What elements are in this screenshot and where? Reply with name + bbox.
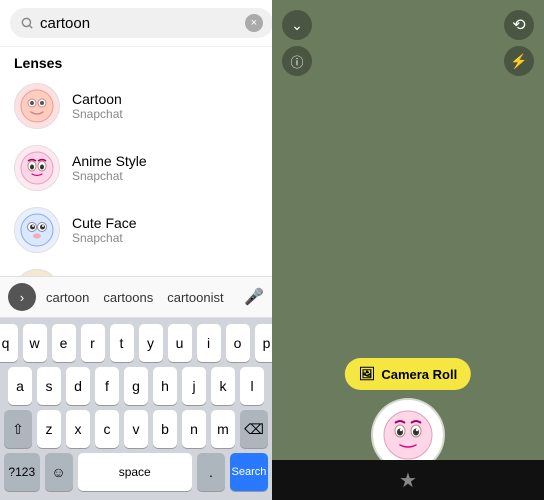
key-h[interactable]: h	[153, 367, 177, 405]
key-a[interactable]: a	[8, 367, 32, 405]
key-t[interactable]: t	[110, 324, 134, 362]
delete-key[interactable]: ⌫	[240, 410, 268, 448]
lens-avatar-deer	[14, 269, 60, 276]
shift-key[interactable]: ⇧	[4, 410, 32, 448]
lens-name: Anime Style	[72, 153, 147, 169]
camera-roll-button[interactable]: 🖼 Camera Roll	[345, 358, 471, 390]
keyboard-row-2: a s d f g h j k l	[4, 367, 268, 405]
emoji-key[interactable]: ☺	[45, 453, 73, 491]
key-e[interactable]: e	[52, 324, 76, 362]
mic-icon[interactable]: 🎤	[244, 287, 264, 307]
search-key[interactable]: Search	[230, 453, 268, 491]
camera-roll-icon: 🖼	[359, 366, 376, 382]
key-c[interactable]: c	[95, 410, 119, 448]
key-p[interactable]: p	[255, 324, 273, 362]
lens-item-anime[interactable]: Anime Style Snapchat	[0, 137, 272, 199]
suggestion-chip-1[interactable]: cartoons	[99, 288, 157, 307]
flash-icon[interactable]: ⚡	[504, 46, 534, 76]
key-r[interactable]: r	[81, 324, 105, 362]
key-j[interactable]: j	[182, 367, 206, 405]
key-z[interactable]: z	[37, 410, 61, 448]
lens-info-cartoon: Cartoon Snapchat	[72, 91, 123, 121]
info-icon[interactable]: ⓘ	[282, 46, 312, 76]
lens-info-cute: Cute Face Snapchat	[72, 215, 137, 245]
lens-avatar-cute	[14, 207, 60, 253]
search-input[interactable]	[40, 15, 239, 32]
key-q[interactable]: q	[0, 324, 18, 362]
keyboard-row-3: ⇧ z x c v b n m ⌫	[4, 410, 268, 448]
key-w[interactable]: w	[23, 324, 47, 362]
lens-avatar-cartoon	[14, 83, 60, 129]
key-v[interactable]: v	[124, 410, 148, 448]
lens-avatar-anime	[14, 145, 60, 191]
numbers-key[interactable]: ?123	[4, 453, 40, 491]
suggestion-chip-2[interactable]: cartoonist	[163, 288, 227, 307]
clear-button[interactable]: ×	[245, 14, 263, 32]
period-key[interactable]: .	[197, 453, 225, 491]
lens-item-cute[interactable]: Cute Face Snapchat	[0, 199, 272, 261]
key-d[interactable]: d	[66, 367, 90, 405]
top-left-icons: ⌄ ⓘ	[282, 10, 312, 76]
lenses-section: Lenses Cartoon Snapchat	[0, 47, 272, 276]
search-icon	[20, 16, 34, 30]
key-i[interactable]: i	[197, 324, 221, 362]
key-m[interactable]: m	[211, 410, 235, 448]
key-y[interactable]: y	[139, 324, 163, 362]
keyboard: q w e r t y u i o p a s d f g h j k l ⇧ …	[0, 318, 272, 500]
search-input-wrapper: ×	[10, 8, 272, 38]
key-g[interactable]: g	[124, 367, 148, 405]
key-n[interactable]: n	[182, 410, 206, 448]
lens-info-anime: Anime Style Snapchat	[72, 153, 147, 183]
top-right-icons: ⟲ ⚡	[504, 10, 534, 76]
chevron-down-icon[interactable]: ⌄	[282, 10, 312, 40]
key-o[interactable]: o	[226, 324, 250, 362]
keyboard-row-bottom: ?123 ☺ space . Search	[4, 453, 268, 491]
lens-sub: Snapchat	[72, 169, 147, 183]
space-key[interactable]: space	[78, 453, 192, 491]
rotate-camera-icon[interactable]: ⟲	[504, 10, 534, 40]
lens-name: Cartoon	[72, 91, 123, 107]
key-l[interactable]: l	[240, 367, 264, 405]
search-bar: × Cancel	[0, 0, 272, 47]
favorites-star-icon[interactable]: ★	[399, 468, 417, 493]
suggestions-row: › cartoon cartoons cartoonist 🎤	[0, 276, 272, 318]
key-s[interactable]: s	[37, 367, 61, 405]
bottom-bar: ★	[272, 460, 544, 500]
key-u[interactable]: u	[168, 324, 192, 362]
lens-name: Cute Face	[72, 215, 137, 231]
lens-sub: Snapchat	[72, 231, 137, 245]
left-panel: × Cancel Lenses Cartoon Snapchat	[0, 0, 272, 500]
key-b[interactable]: b	[153, 410, 177, 448]
suggestion-chip-0[interactable]: cartoon	[42, 288, 93, 307]
key-x[interactable]: x	[66, 410, 90, 448]
lens-item-cartoon[interactable]: Cartoon Snapchat	[0, 75, 272, 137]
right-panel: ⌄ ⓘ ⟲ ⚡ 🖼 Camera Roll ★	[272, 0, 544, 500]
lens-item-deer[interactable]: Cartoon Deer Snapchat	[0, 261, 272, 276]
camera-roll-label: Camera Roll	[381, 367, 457, 382]
keyboard-row-1: q w e r t y u i o p	[4, 324, 268, 362]
key-k[interactable]: k	[211, 367, 235, 405]
key-f[interactable]: f	[95, 367, 119, 405]
suggestions-arrow[interactable]: ›	[8, 283, 36, 311]
lens-sub: Snapchat	[72, 107, 123, 121]
lenses-header: Lenses	[0, 47, 272, 75]
